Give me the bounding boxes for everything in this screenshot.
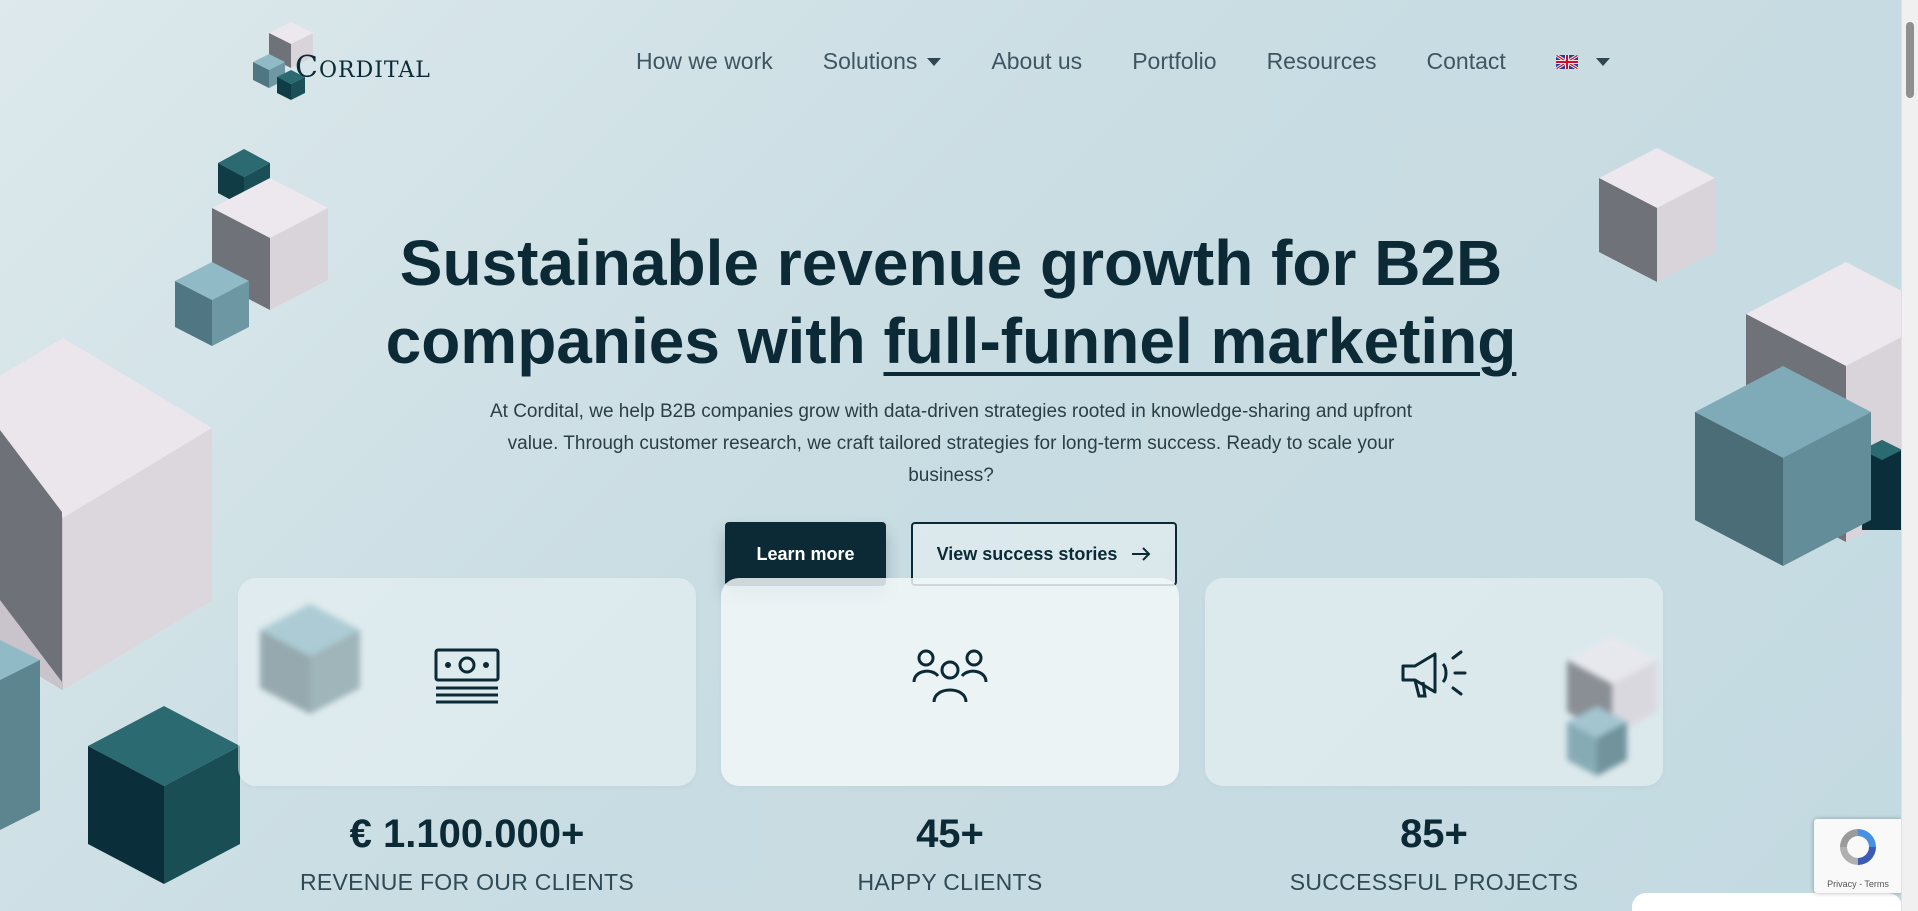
chat-widget-tab[interactable] (1632, 893, 1902, 911)
cube-decoration (1695, 366, 1871, 566)
stat-label-projects: SUCCESSFUL PROJECTS (1289, 869, 1579, 895)
nav-about-us[interactable]: About us (991, 48, 1082, 75)
chevron-down-icon (927, 57, 942, 66)
nav-solutions-label: Solutions (822, 48, 918, 74)
hero-title: Sustainable revenue growth for B2B compa… (330, 224, 1572, 380)
hero-title-line2: companies with (385, 305, 884, 377)
people-icon (912, 649, 988, 703)
hero-title-highlight: full-funnel marketing (883, 305, 1517, 377)
main-nav: How we work Solutions About us Portfolio… (636, 48, 1610, 75)
cube-decoration (175, 262, 249, 346)
stat-card-revenue (238, 578, 696, 786)
chevron-down-icon (1595, 57, 1610, 66)
stat-value-projects: 85+ (1400, 812, 1468, 856)
money-icon (434, 648, 500, 704)
recaptcha-icon (1840, 829, 1876, 865)
page-scrollbar[interactable] (1901, 0, 1918, 911)
view-success-stories-label: View success stories (936, 543, 1118, 564)
cube-decoration (260, 604, 360, 714)
stat-value-revenue: € 1.100.000+ (349, 812, 585, 856)
cube-decoration (1599, 148, 1715, 282)
nav-how-we-work[interactable]: How we work (636, 48, 773, 75)
nav-portfolio[interactable]: Portfolio (1132, 48, 1216, 75)
scrollbar-thumb[interactable] (1906, 22, 1914, 98)
recaptcha-badge[interactable]: Privacy - Terms (1814, 819, 1902, 893)
stat-card-projects (1205, 578, 1663, 786)
hero-title-line1: Sustainable revenue growth for B2B (399, 227, 1503, 299)
learn-more-button[interactable]: Learn more (725, 522, 886, 586)
stat-label-clients: HAPPY CLIENTS (857, 869, 1043, 895)
stat-label-revenue: REVENUE FOR OUR CLIENTS (299, 869, 635, 895)
cube-decoration (0, 640, 40, 830)
nav-resources[interactable]: Resources (1267, 48, 1377, 75)
brand-name[interactable]: CORDITAL (295, 50, 431, 85)
megaphone-icon (1401, 650, 1467, 698)
cube-decoration (1567, 636, 1657, 776)
nav-contact[interactable]: Contact (1427, 48, 1506, 75)
stat-value-clients: 45+ (916, 812, 984, 856)
uk-flag-icon (1555, 54, 1578, 69)
arrow-right-icon (1132, 547, 1151, 561)
page: CORDITAL How we work Solutions About us … (0, 0, 1902, 911)
stat-card-clients (721, 578, 1179, 786)
cube-decoration (88, 706, 240, 884)
language-selector[interactable] (1555, 54, 1610, 69)
brand-name-rest: ORDITAL (318, 58, 431, 83)
recaptcha-terms[interactable]: Privacy - Terms (1814, 879, 1902, 889)
brand-name-cap: C (295, 50, 319, 85)
hero-subtitle: At Cordital, we help B2B companies grow … (489, 401, 1412, 486)
nav-solutions[interactable]: Solutions (823, 48, 942, 75)
view-success-stories-button[interactable]: View success stories (911, 522, 1177, 586)
